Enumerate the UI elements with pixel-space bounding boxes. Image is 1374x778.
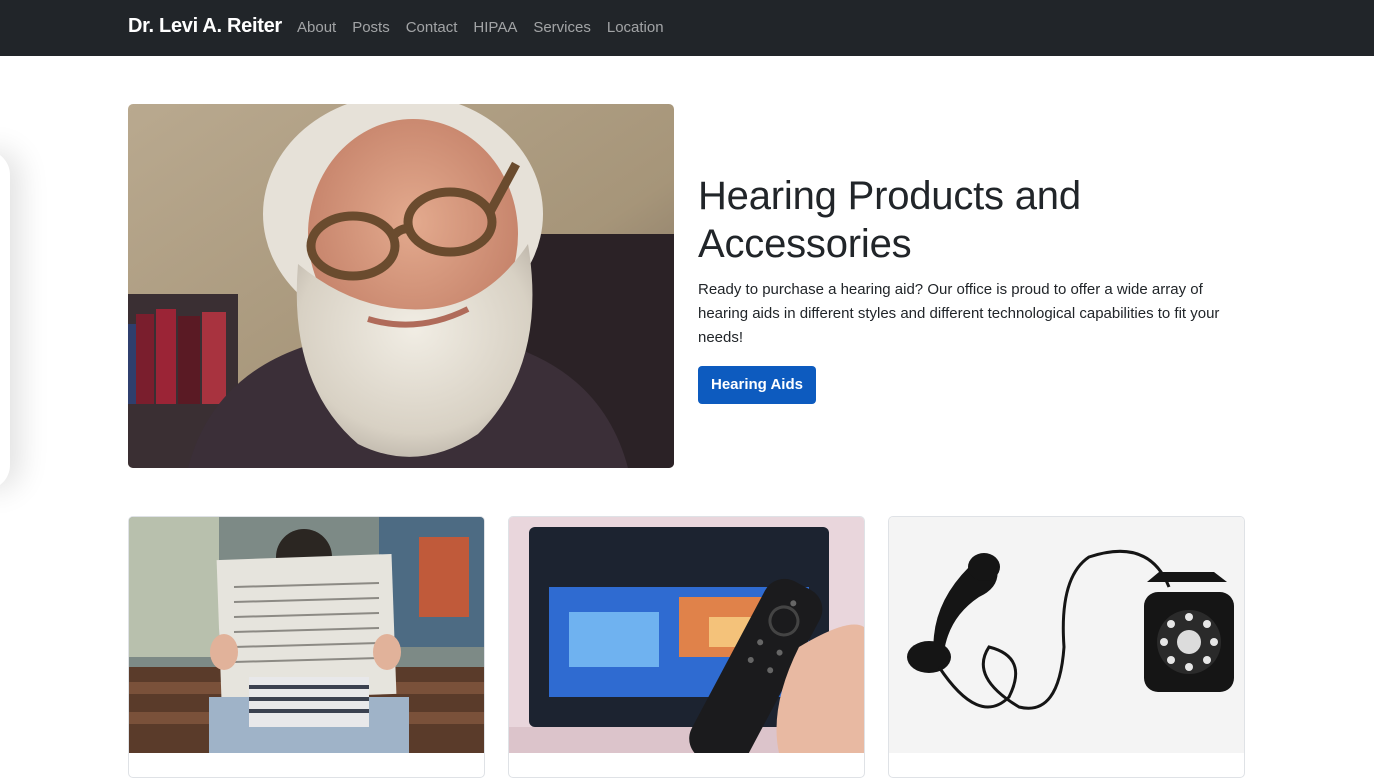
hero-portrait-image: [128, 104, 674, 468]
top-navbar: Dr. Levi A. Reiter About Posts Contact H…: [0, 0, 1374, 56]
nav-link-hipaa[interactable]: HIPAA: [473, 18, 517, 38]
card-image-rotary-phone: [889, 517, 1244, 753]
hero-title: Hearing Products and Accessories: [698, 174, 1081, 266]
hearing-aids-button[interactable]: Hearing Aids: [698, 366, 816, 404]
nav-link-about[interactable]: About: [297, 18, 336, 38]
nav-link-services[interactable]: Services: [533, 18, 591, 38]
hero-description: Ready to purchase a hearing aid? Our off…: [698, 281, 1220, 346]
card-rotary-phone[interactable]: [888, 516, 1245, 778]
nav-link-location[interactable]: Location: [607, 18, 664, 38]
brand-link[interactable]: Dr. Levi A. Reiter: [128, 15, 282, 38]
nav-link-contact[interactable]: Contact: [406, 18, 458, 38]
nav-links: About Posts Contact HIPAA Services Locat…: [297, 18, 680, 38]
card-image-tv-remote: [509, 517, 864, 753]
nav-link-posts[interactable]: Posts: [352, 18, 390, 38]
hero-text-block: Hearing Products and Accessories Ready t…: [698, 172, 1238, 404]
card-tv-remote[interactable]: [508, 516, 865, 778]
page-edge-shadow: [0, 150, 10, 490]
card-image-newspaper: [129, 517, 484, 753]
card-newspaper[interactable]: [128, 516, 485, 778]
